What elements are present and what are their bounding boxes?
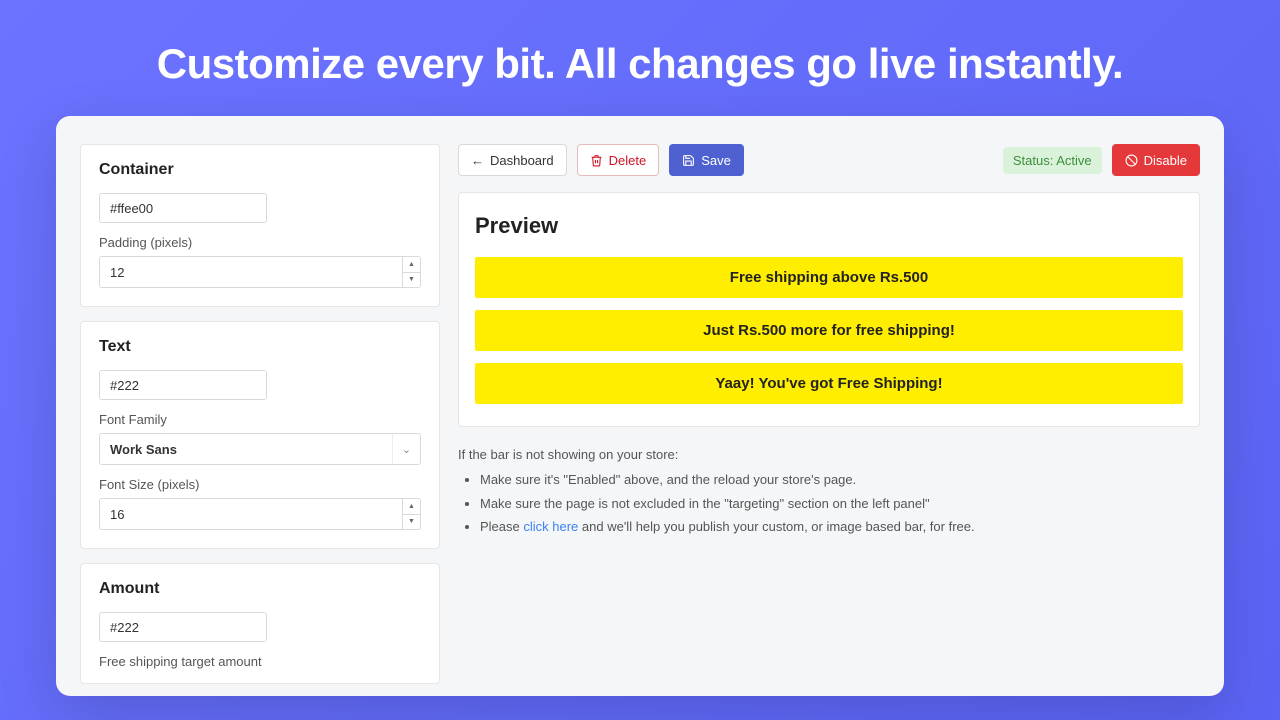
preview-card: Preview Free shipping above Rs.500 Just … bbox=[458, 192, 1200, 427]
help-intro: If the bar is not showing on your store: bbox=[458, 443, 1200, 466]
arrow-left-icon: ← bbox=[471, 153, 484, 168]
disable-label: Disable bbox=[1144, 153, 1187, 168]
delete-button[interactable]: Delete bbox=[577, 144, 660, 176]
disable-button[interactable]: Disable bbox=[1112, 144, 1200, 176]
padding-stepper[interactable]: ▲ ▼ bbox=[402, 257, 420, 287]
chevron-up-icon[interactable]: ▲ bbox=[403, 499, 420, 515]
settings-sidebar: Container Padding (pixels) ▲ ▼ Text Font… bbox=[80, 144, 440, 696]
padding-input[interactable] bbox=[100, 257, 402, 287]
text-color-field[interactable] bbox=[99, 370, 267, 400]
preview-bar: Free shipping above Rs.500 bbox=[475, 257, 1183, 298]
text-card: Text Font Family ⌄ Font Size (pixels) ▲ … bbox=[80, 321, 440, 549]
font-family-label: Font Family bbox=[99, 412, 421, 427]
container-card: Container Padding (pixels) ▲ ▼ bbox=[80, 144, 440, 307]
help-link[interactable]: click here bbox=[523, 519, 578, 534]
main-panel: ← Dashboard Delete Save Status: Active bbox=[458, 144, 1200, 696]
chevron-down-icon[interactable]: ▼ bbox=[403, 273, 420, 288]
help-item: Make sure it's "Enabled" above, and the … bbox=[480, 468, 1200, 491]
app-window: Container Padding (pixels) ▲ ▼ Text Font… bbox=[56, 116, 1224, 696]
font-family-select[interactable]: ⌄ bbox=[99, 433, 421, 465]
preview-bar: Just Rs.500 more for free shipping! bbox=[475, 310, 1183, 351]
font-family-value[interactable] bbox=[100, 434, 392, 464]
chevron-down-icon[interactable]: ⌄ bbox=[392, 434, 420, 464]
help-item: Please click here and we'll help you pub… bbox=[480, 515, 1200, 538]
help-item: Make sure the page is not excluded in th… bbox=[480, 492, 1200, 515]
container-color-field[interactable] bbox=[99, 193, 267, 223]
chevron-down-icon[interactable]: ▼ bbox=[403, 515, 420, 530]
save-icon bbox=[682, 154, 695, 167]
help-item-prefix: Please bbox=[480, 519, 523, 534]
status-badge: Status: Active bbox=[1003, 147, 1102, 174]
font-size-field[interactable]: ▲ ▼ bbox=[99, 498, 421, 530]
preview-title: Preview bbox=[475, 213, 1183, 239]
font-size-stepper[interactable]: ▲ ▼ bbox=[402, 499, 420, 529]
text-color-input[interactable] bbox=[100, 371, 267, 399]
text-title: Text bbox=[99, 338, 421, 356]
dashboard-label: Dashboard bbox=[490, 153, 554, 168]
container-title: Container bbox=[99, 161, 421, 179]
font-size-input[interactable] bbox=[100, 499, 402, 529]
amount-title: Amount bbox=[99, 580, 421, 598]
ban-icon bbox=[1125, 154, 1138, 167]
save-button[interactable]: Save bbox=[669, 144, 744, 176]
amount-card: Amount Free shipping target amount bbox=[80, 563, 440, 684]
amount-color-field[interactable] bbox=[99, 612, 267, 642]
hero-headline: Customize every bit. All changes go live… bbox=[0, 0, 1280, 116]
container-color-input[interactable] bbox=[100, 194, 267, 222]
padding-field[interactable]: ▲ ▼ bbox=[99, 256, 421, 288]
dashboard-button[interactable]: ← Dashboard bbox=[458, 144, 567, 176]
preview-bar: Yaay! You've got Free Shipping! bbox=[475, 363, 1183, 404]
trash-icon bbox=[590, 154, 603, 167]
chevron-up-icon[interactable]: ▲ bbox=[403, 257, 420, 273]
help-text: If the bar is not showing on your store:… bbox=[458, 443, 1200, 539]
amount-target-label: Free shipping target amount bbox=[99, 654, 421, 669]
save-label: Save bbox=[701, 153, 731, 168]
toolbar: ← Dashboard Delete Save Status: Active bbox=[458, 144, 1200, 176]
delete-label: Delete bbox=[609, 153, 647, 168]
font-size-label: Font Size (pixels) bbox=[99, 477, 421, 492]
amount-color-input[interactable] bbox=[100, 613, 267, 641]
padding-label: Padding (pixels) bbox=[99, 235, 421, 250]
help-item-suffix: and we'll help you publish your custom, … bbox=[578, 519, 974, 534]
